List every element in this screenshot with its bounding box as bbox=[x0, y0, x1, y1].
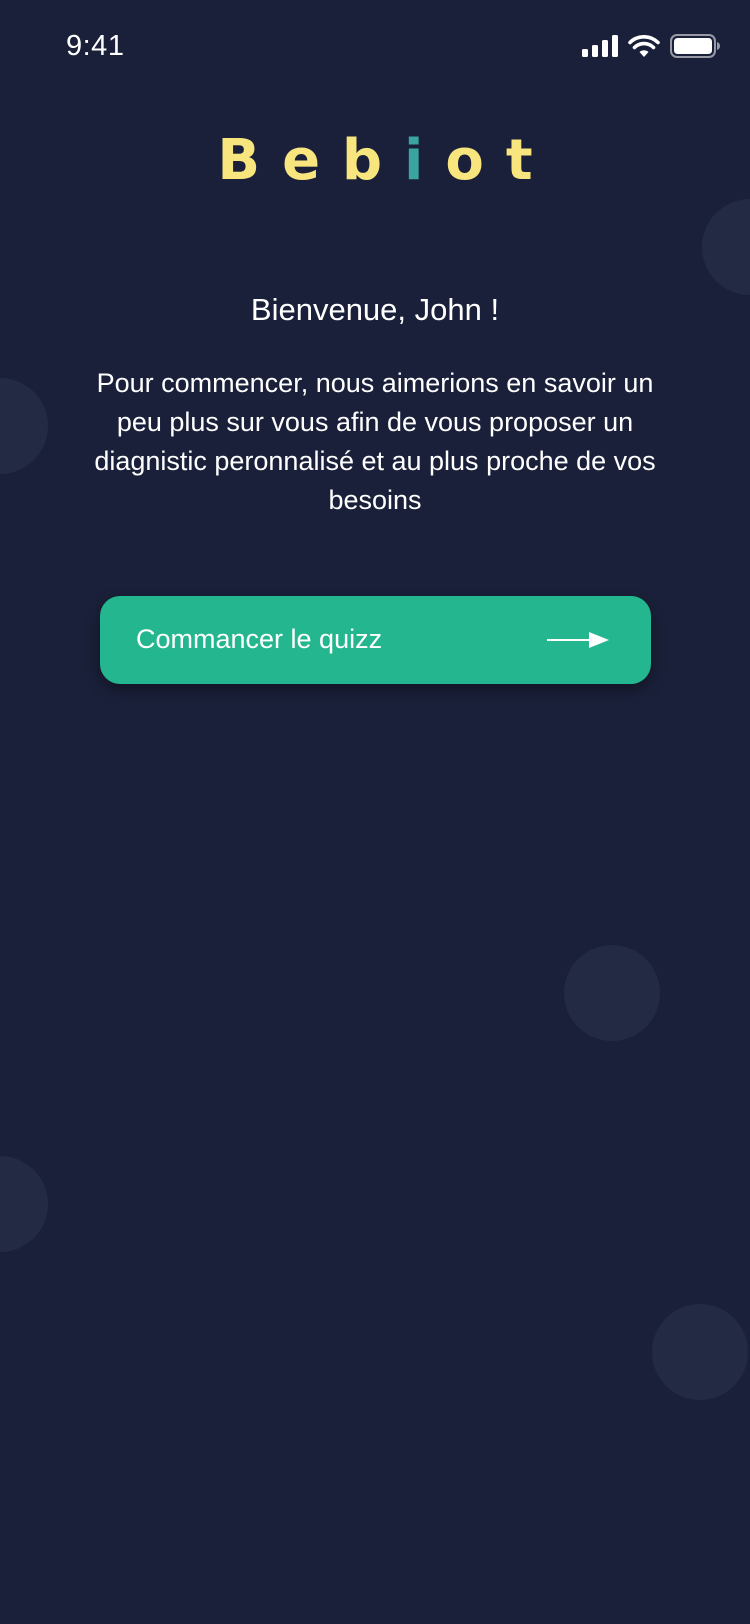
decorative-bubble bbox=[652, 1304, 748, 1400]
signal-icon bbox=[582, 35, 618, 57]
logo-letter-i: i bbox=[404, 128, 446, 193]
wifi-icon bbox=[628, 34, 660, 57]
welcome-screen: 9:41 Bebiot Bienvenue, John ! Pour comme… bbox=[0, 0, 750, 1624]
start-quiz-button-label: Commancer le quizz bbox=[136, 624, 383, 654]
welcome-text: Pour commencer, nous aimerions en savoir… bbox=[94, 368, 656, 515]
decorative-bubble bbox=[0, 1156, 48, 1252]
start-quiz-button[interactable]: Commancer le quizz bbox=[100, 596, 651, 684]
decorative-bubble bbox=[564, 945, 660, 1041]
decorative-bubble bbox=[0, 378, 48, 474]
status-time: 9:41 bbox=[66, 30, 125, 62]
status-icons bbox=[582, 34, 720, 58]
app-logo: Bebiot bbox=[0, 128, 750, 193]
logo-text-end: ot bbox=[445, 128, 555, 193]
status-bar: 9:41 bbox=[0, 0, 750, 96]
battery-icon bbox=[670, 34, 720, 58]
welcome-title: Bienvenue, John ! bbox=[250, 292, 500, 327]
decorative-bubble bbox=[702, 199, 750, 295]
logo-text-start: Beb bbox=[217, 128, 405, 193]
arrow-right-icon bbox=[547, 632, 609, 648]
